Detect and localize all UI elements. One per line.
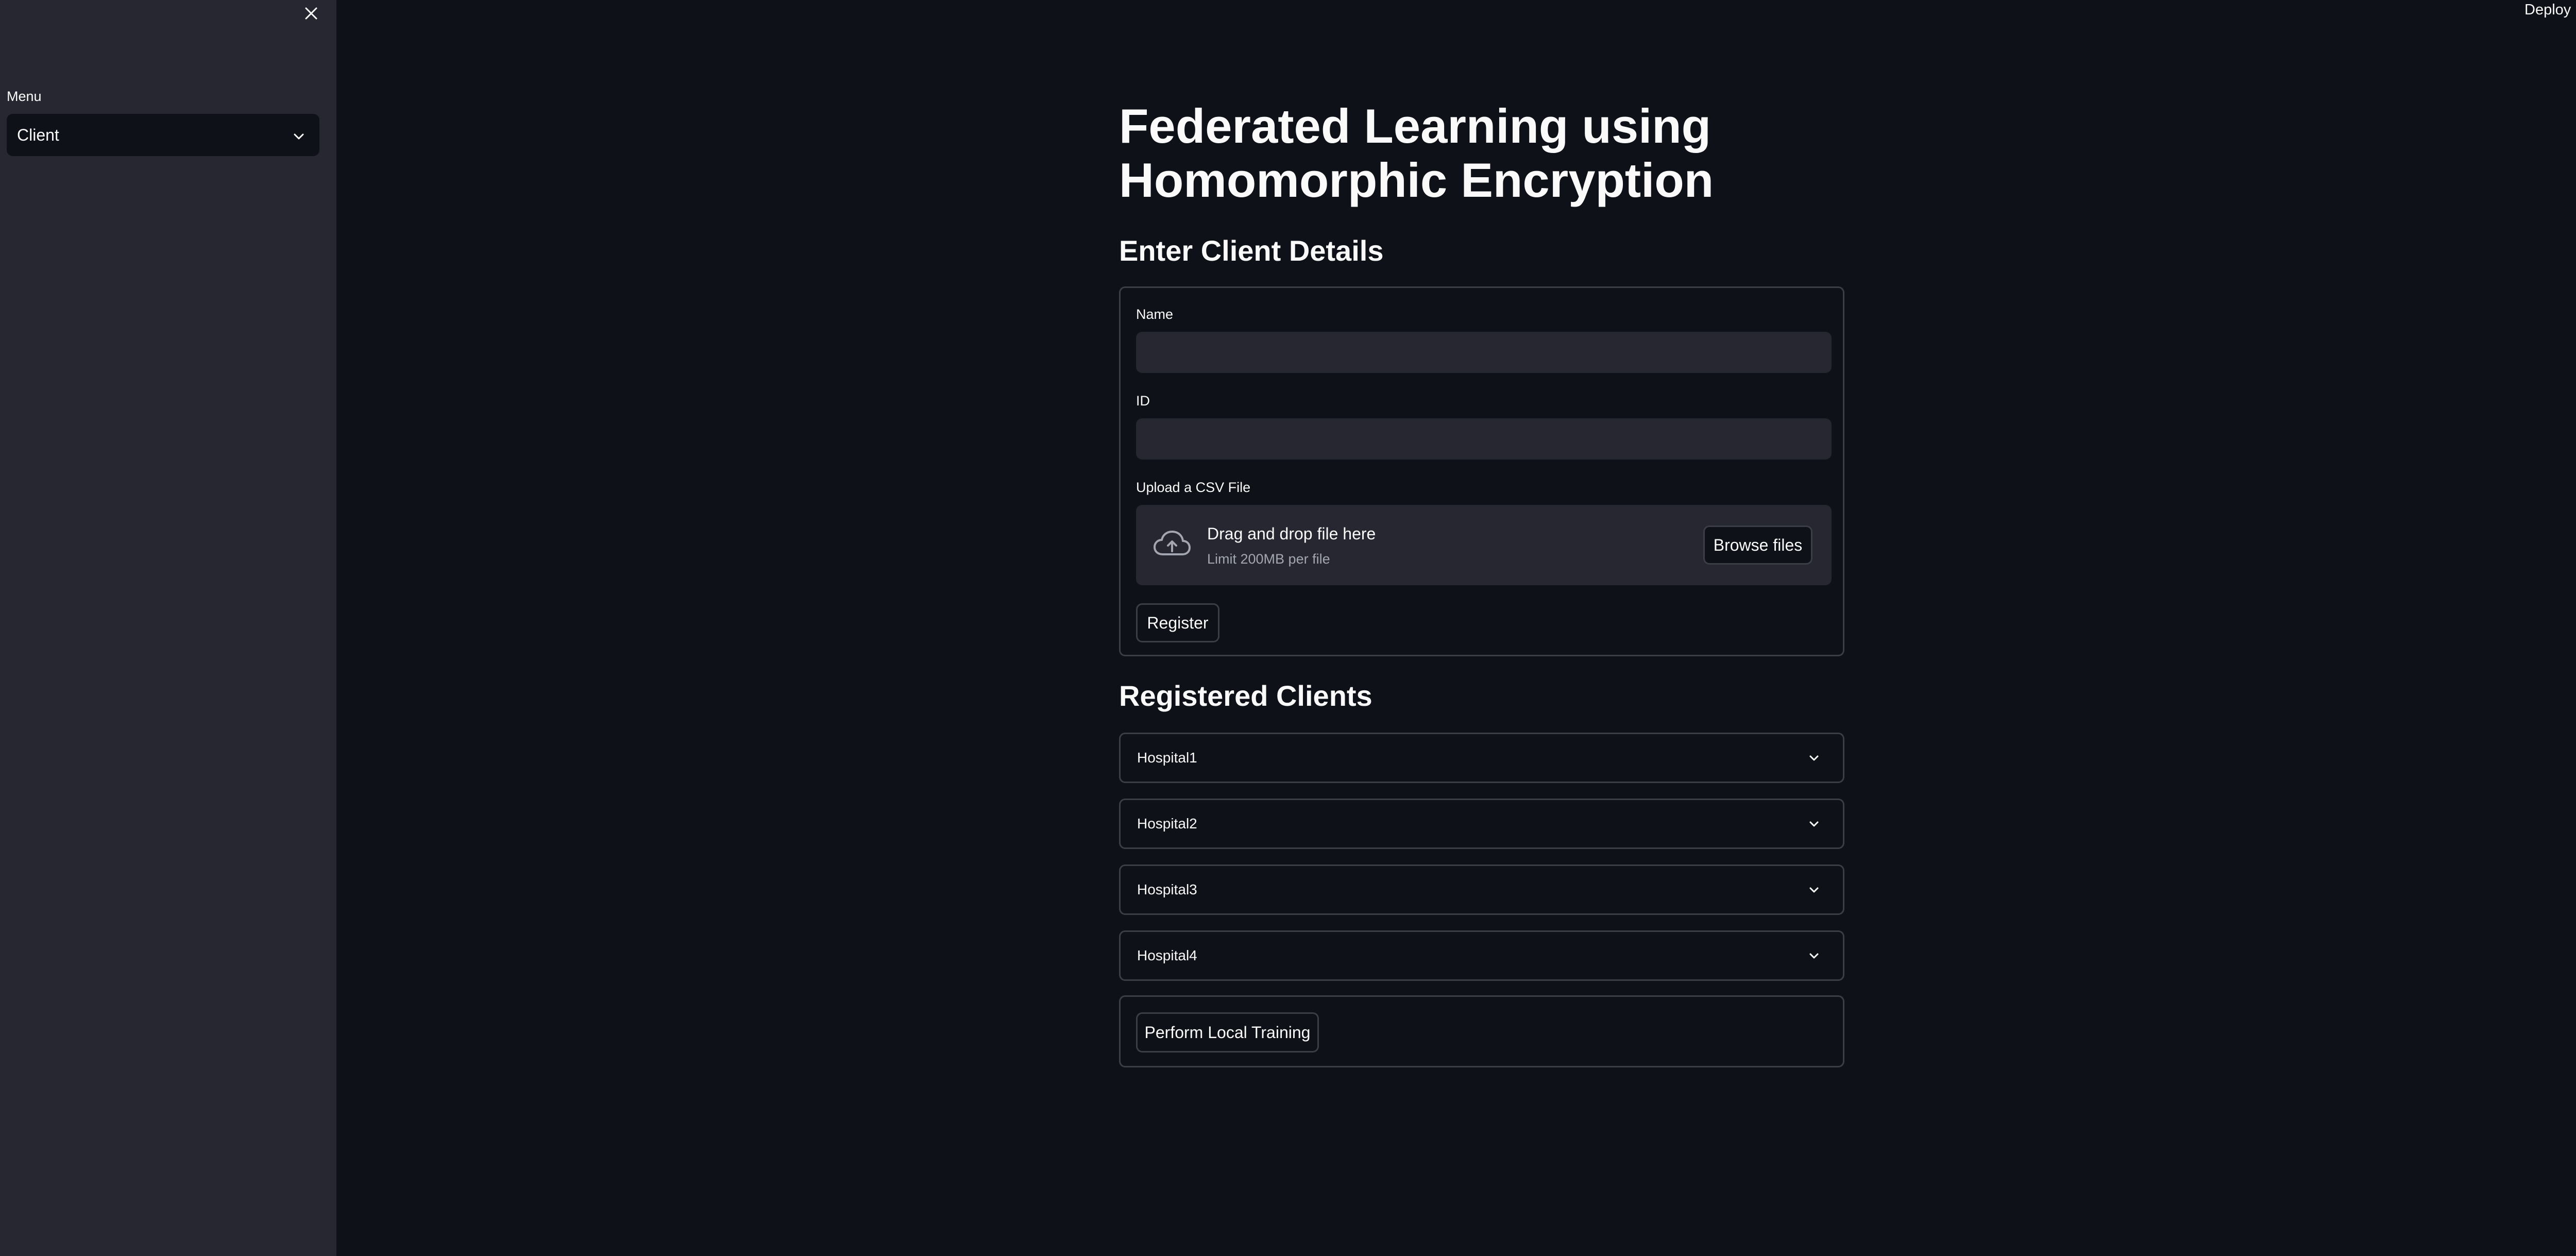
deploy-button[interactable]: Deploy <box>2524 0 2571 20</box>
page-title: Federated Learning using Homomorphic Enc… <box>1119 99 1714 207</box>
sidebar: Menu Client <box>0 0 336 1256</box>
clients-heading: Registered Clients <box>1119 680 1372 712</box>
expander-label: Hospital1 <box>1137 750 1197 766</box>
training-panel: Perform Local Training <box>1119 995 1844 1067</box>
expander-label: Hospital2 <box>1137 816 1197 831</box>
client-expander-hospital2[interactable]: Hospital2 <box>1119 799 1844 849</box>
perform-local-training-button[interactable]: Perform Local Training <box>1136 1012 1319 1053</box>
file-dropzone[interactable]: Drag and drop file here Limit 200MB per … <box>1136 505 1832 585</box>
client-expander-hospital3[interactable]: Hospital3 <box>1119 864 1844 915</box>
upload-label: Upload a CSV File <box>1136 480 1251 495</box>
client-form: Name ID Upload a CSV File Drag and drop … <box>1119 286 1844 656</box>
chevron-down-icon <box>293 126 305 145</box>
name-label: Name <box>1136 307 1174 322</box>
register-button[interactable]: Register <box>1136 603 1219 642</box>
app-root: Menu Client Deploy Federated Learning us… <box>0 0 2576 1256</box>
close-icon[interactable] <box>300 2 323 25</box>
client-expander-hospital1[interactable]: Hospital1 <box>1119 733 1844 783</box>
id-label: ID <box>1136 393 1150 409</box>
cloud-upload-icon <box>1153 529 1192 561</box>
chevron-down-icon <box>1808 816 1820 832</box>
menu-select-value: Client <box>17 125 59 144</box>
expander-label: Hospital4 <box>1137 947 1197 963</box>
dropzone-limit: Limit 200MB per file <box>1207 551 1330 567</box>
menu-select[interactable]: Client <box>7 114 319 156</box>
expander-label: Hospital3 <box>1137 881 1197 897</box>
client-expander-hospital4[interactable]: Hospital4 <box>1119 930 1844 981</box>
chevron-down-icon <box>1808 881 1820 898</box>
menu-label: Menu <box>7 89 42 104</box>
id-input[interactable] <box>1136 418 1832 460</box>
browse-files-button[interactable]: Browse files <box>1703 525 1812 565</box>
dropzone-title: Drag and drop file here <box>1207 524 1376 543</box>
chevron-down-icon <box>1808 947 1820 964</box>
chevron-down-icon <box>1808 750 1820 766</box>
form-heading: Enter Client Details <box>1119 234 1384 267</box>
name-input[interactable] <box>1136 332 1832 373</box>
